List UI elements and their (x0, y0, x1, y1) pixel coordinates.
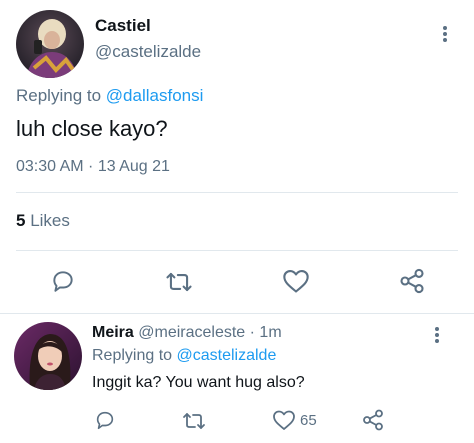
time-ago[interactable]: · 1m (250, 324, 282, 341)
tweet-timestamp[interactable]: 03:30 AM · 13 Aug 21 (16, 158, 170, 176)
author-name[interactable]: Castiel (95, 16, 151, 36)
retweet-icon[interactable] (164, 268, 194, 296)
divider (16, 192, 458, 193)
like-count: 65 (300, 411, 317, 429)
likes-stat[interactable]: 5 Likes (16, 211, 70, 231)
heart-icon[interactable] (282, 268, 310, 294)
more-vertical-icon[interactable] (443, 24, 447, 44)
heart-icon[interactable] (272, 409, 296, 431)
more-vertical-icon[interactable] (435, 325, 439, 345)
share-icon[interactable] (398, 267, 426, 295)
avatar[interactable] (14, 322, 82, 390)
reply-icon[interactable] (50, 268, 76, 294)
author-handle[interactable]: @castelizalde (95, 42, 201, 62)
replying-to: Replying to @castelizalde (92, 347, 276, 365)
avatar[interactable] (16, 10, 84, 78)
replying-label: Replying to (16, 86, 102, 105)
reply-header: Meira @meiraceleste · 1m (92, 324, 282, 342)
tweet-text: luh close kayo? (16, 116, 168, 141)
likes-label: Likes (30, 211, 70, 230)
reply-icon[interactable] (94, 409, 116, 431)
replying-to-handle[interactable]: @dallasfonsi (106, 86, 204, 105)
retweet-icon[interactable] (181, 409, 207, 433)
divider (0, 313, 474, 314)
replying-to: Replying to @dallasfonsi (16, 86, 203, 106)
divider (16, 250, 458, 251)
replying-to-handle[interactable]: @castelizalde (177, 347, 277, 364)
share-icon[interactable] (361, 408, 385, 432)
likes-count: 5 (16, 211, 26, 230)
author-name[interactable]: Meira (92, 324, 134, 341)
like-action[interactable]: 65 (272, 409, 317, 431)
tweet-text: Inggit ka? You want hug also? (92, 374, 305, 391)
replying-label: Replying to (92, 347, 173, 364)
author-handle[interactable]: @meiraceleste (138, 324, 245, 341)
